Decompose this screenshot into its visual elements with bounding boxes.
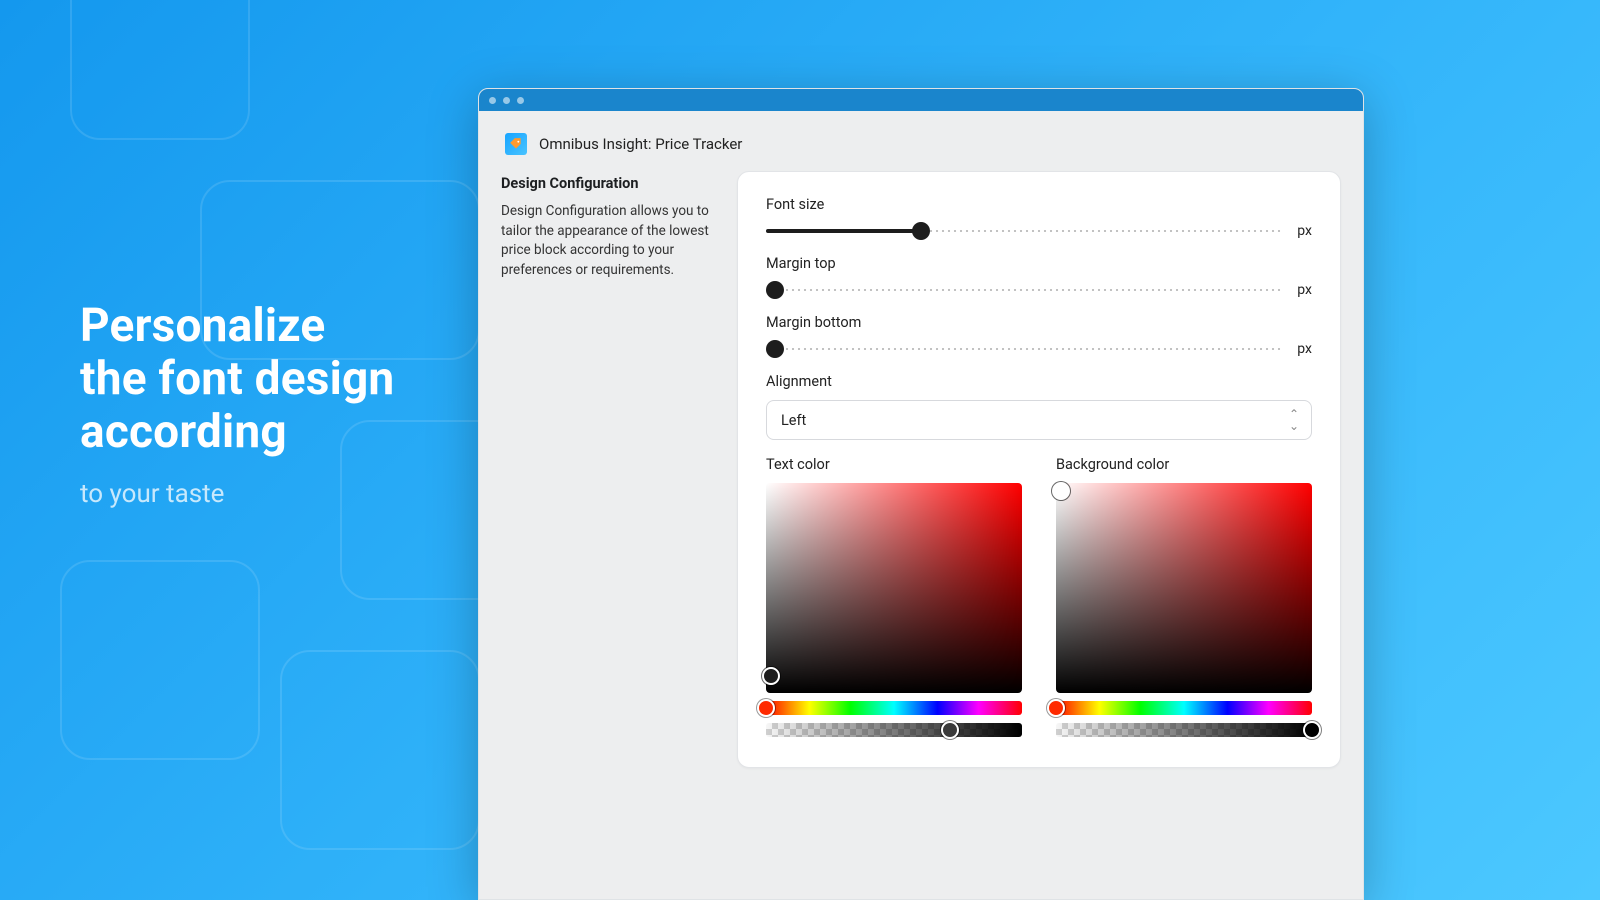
margin-bottom-slider[interactable] — [766, 341, 1283, 357]
select-value: Left — [781, 412, 806, 429]
text-color-field: Text color — [766, 456, 1022, 737]
slider-thumb[interactable] — [766, 281, 784, 299]
text-color-saturation[interactable] — [766, 483, 1022, 693]
field-label: Margin bottom — [766, 314, 1312, 331]
chevron-updown-icon: ⌃⌄ — [1289, 408, 1297, 432]
bg-decor — [280, 650, 480, 850]
bg-color-saturation[interactable] — [1056, 483, 1312, 693]
field-label: Alignment — [766, 373, 1312, 390]
field-label: Background color — [1056, 456, 1312, 473]
window-dot-close-icon[interactable] — [489, 97, 496, 104]
bg-color-field: Background color — [1056, 456, 1312, 737]
color-picker-thumb[interactable] — [1052, 482, 1070, 500]
section-heading: Design Configuration — [501, 175, 719, 192]
window-titlebar[interactable] — [479, 89, 1363, 111]
hero-line: according — [80, 405, 287, 459]
hero-copy: Personalize the font design according to… — [80, 300, 394, 509]
alignment-field: Alignment Left ⌃⌄ — [766, 373, 1312, 440]
window-dot-min-icon[interactable] — [503, 97, 510, 104]
hero-line: the font design — [80, 352, 394, 406]
margin-top-field: Margin top px — [766, 255, 1312, 298]
section-description: Design Configuration allows you to tailo… — [501, 202, 719, 280]
slider-fill — [766, 229, 921, 233]
alpha-thumb[interactable] — [941, 721, 959, 739]
unit-label: px — [1297, 282, 1312, 298]
bg-color-alpha[interactable] — [1056, 723, 1312, 737]
margin-top-slider[interactable] — [766, 282, 1283, 298]
app-header: Omnibus Insight: Price Tracker — [479, 111, 1363, 165]
text-color-hue[interactable] — [766, 701, 1022, 715]
margin-bottom-field: Margin bottom px — [766, 314, 1312, 357]
app-window: Omnibus Insight: Price Tracker Design Co… — [478, 88, 1364, 900]
hero-sub: to your taste — [80, 479, 394, 509]
bg-decor — [60, 560, 260, 760]
hue-thumb[interactable] — [1047, 699, 1065, 717]
alpha-thumb[interactable] — [1303, 721, 1321, 739]
unit-label: px — [1297, 341, 1312, 357]
font-size-field: Font size px — [766, 196, 1312, 239]
side-column: Design Configuration Design Configuratio… — [501, 171, 719, 768]
color-picker-thumb[interactable] — [762, 667, 780, 685]
bg-color-hue[interactable] — [1056, 701, 1312, 715]
config-card: Font size px Margin top — [737, 171, 1341, 768]
font-size-slider[interactable] — [766, 223, 1283, 239]
price-tag-icon — [505, 133, 527, 155]
text-color-alpha[interactable] — [766, 723, 1022, 737]
bg-decor — [70, 0, 250, 140]
alignment-select[interactable]: Left ⌃⌄ — [766, 400, 1312, 440]
hue-thumb[interactable] — [757, 699, 775, 717]
hero-line: Personalize — [80, 299, 325, 353]
slider-thumb[interactable] — [912, 222, 930, 240]
app-title: Omnibus Insight: Price Tracker — [539, 135, 742, 153]
field-label: Margin top — [766, 255, 1312, 272]
window-dot-max-icon[interactable] — [517, 97, 524, 104]
slider-thumb[interactable] — [766, 340, 784, 358]
field-label: Text color — [766, 456, 1022, 473]
unit-label: px — [1297, 223, 1312, 239]
field-label: Font size — [766, 196, 1312, 213]
